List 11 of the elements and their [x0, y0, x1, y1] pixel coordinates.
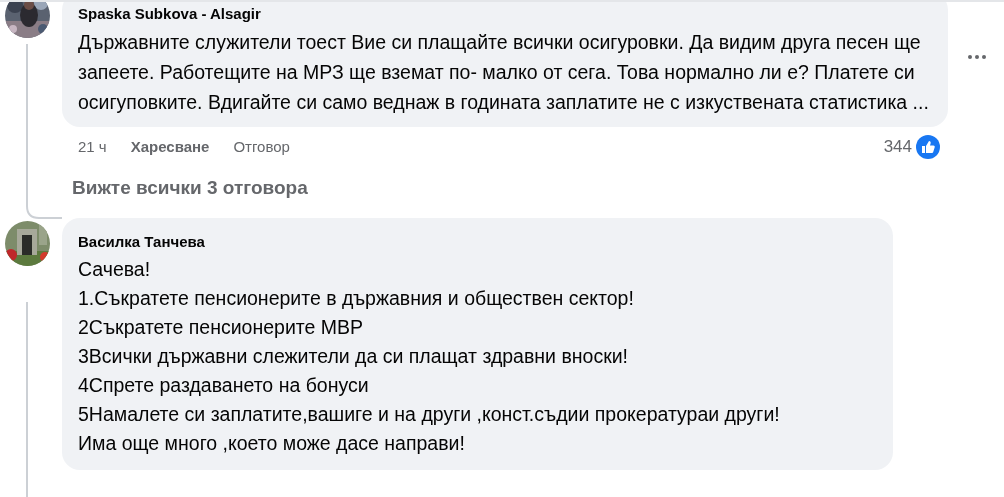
- comment-text: Сачева! 1.Съкратете пенсионерите в държавния и обществен сектор! 2Съкратете пенсионерите МВР 3Всички държавни слежители да си плащат здравни вноски! 4Спрете раздаването на бонуси 5Намалете си заплатите,вашиге и на други ,конст.съдии прокератураи други! Има още много ,което може дасе направи!: [78, 257, 781, 456]
- timestamp: 21 ч: [78, 136, 107, 157]
- comment-text: Държавните служители тоест Вие си плащайте всички осигуровки. Да видим друга песен ще запеете. Работещите на МРЗ ще вземат по- малко от сега. Това нормално ли е? Платете си осигуповките. Вдигайте си само веднаж в годината заплатите не с изкуствената статистика ...: [78, 30, 930, 115]
- like-link[interactable]: Харесване: [130, 135, 210, 159]
- author-name[interactable]: Василка Танчева: [78, 232, 877, 252]
- author-name[interactable]: Spaska Subkova - Alsagir: [78, 4, 932, 24]
- like-icon[interactable]: [916, 135, 940, 159]
- reaction-count: 344: [883, 136, 912, 159]
- view-replies-link[interactable]: Вижте всички 3 отговора: [72, 175, 308, 201]
- more-options-icon[interactable]: [968, 54, 986, 59]
- reply-link[interactable]: Отговор: [233, 135, 290, 159]
